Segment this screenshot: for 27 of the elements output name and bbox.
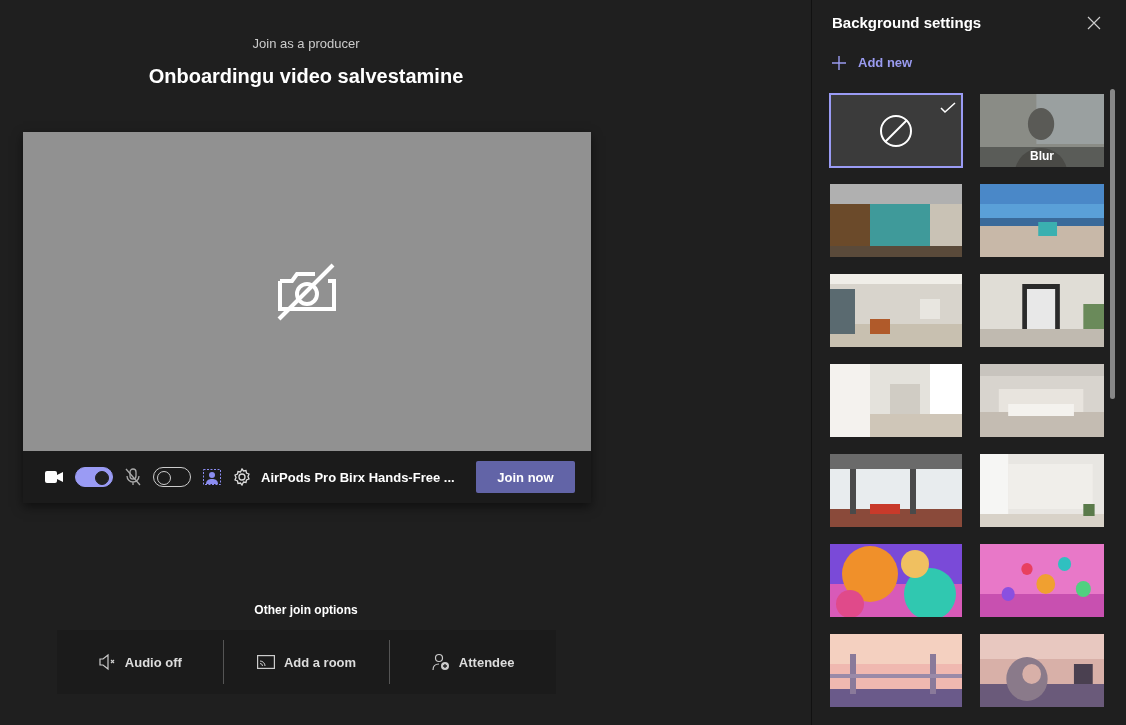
checkmark-icon xyxy=(940,102,956,114)
panel-title: Background settings xyxy=(832,14,982,31)
background-effects-icon[interactable] xyxy=(203,469,221,485)
speaker-muted-icon xyxy=(97,653,116,671)
add-person-icon xyxy=(431,653,450,671)
blur-label: Blur xyxy=(1029,149,1055,163)
settings-icon[interactable] xyxy=(233,468,251,486)
no-background-icon xyxy=(879,113,913,148)
camera-toggle[interactable] xyxy=(75,467,113,487)
audio-option[interactable]: Audio off xyxy=(57,630,223,694)
add-new-button[interactable]: Add new xyxy=(832,55,1126,70)
plus-icon xyxy=(832,55,846,70)
room-option[interactable]: Add a room xyxy=(223,630,390,694)
cast-icon xyxy=(256,655,275,669)
close-icon[interactable] xyxy=(1087,15,1101,30)
microphone-off-icon[interactable] xyxy=(125,468,141,486)
join-subtitle: Join as a producer xyxy=(251,36,361,51)
audio-device-label[interactable]: AirPods Pro Birx Hands-Free ... xyxy=(261,469,455,485)
scrollbar[interactable] xyxy=(1110,89,1115,399)
camera-icon[interactable] xyxy=(45,470,63,484)
blur-tile[interactable]: Blur xyxy=(980,94,1104,167)
camera-off-icon xyxy=(277,262,337,321)
meeting-title: Onboardingu video salvestamine xyxy=(147,65,465,88)
attendee-option[interactable]: Attendee xyxy=(390,630,556,694)
no-background-tile[interactable] xyxy=(830,94,962,167)
join-now-button[interactable]: Join now xyxy=(476,461,575,493)
other-options-heading: Other join options xyxy=(253,603,359,617)
